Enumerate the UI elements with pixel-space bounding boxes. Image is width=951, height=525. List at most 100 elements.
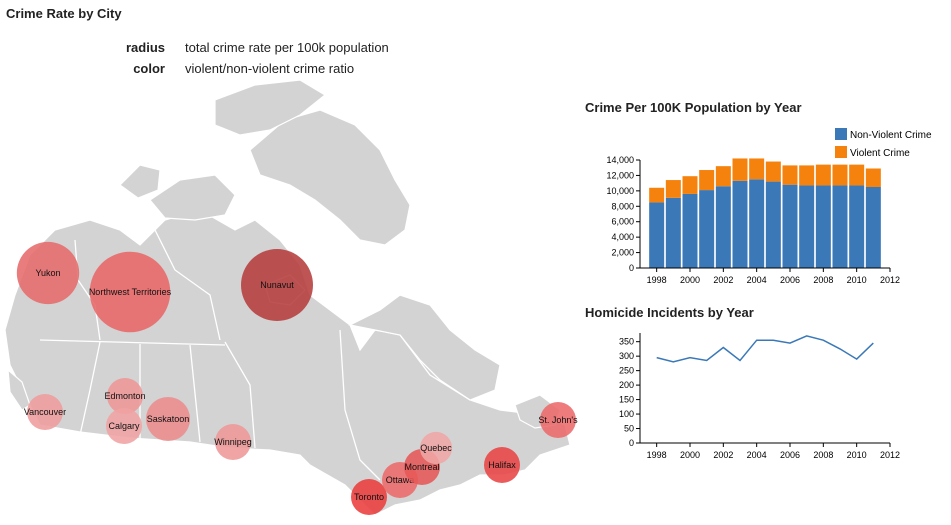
bar-non-violent-crime-1998 <box>649 202 665 268</box>
bar-y-tick-label: 8,000 <box>611 201 634 211</box>
line-y-tick-label: 250 <box>619 366 634 376</box>
bar-y-tick-label: 6,000 <box>611 217 634 227</box>
bar-non-violent-crime-2004 <box>749 179 765 268</box>
city-bubble-nunavut[interactable]: Nunavut <box>241 249 313 321</box>
bar-violent-crime-1998 <box>649 187 665 203</box>
bar-violent-crime-2007 <box>799 165 815 186</box>
bar-non-violent-crime-2005 <box>765 181 781 268</box>
bar-violent-crime-2003 <box>732 158 748 181</box>
bar-non-violent-crime-2002 <box>715 186 731 268</box>
line-x-tick-label: 1998 <box>647 450 667 460</box>
homicide-point-2011 <box>872 342 875 345</box>
line-y-tick-label: 100 <box>619 409 634 419</box>
homicide-point-2006 <box>789 342 792 345</box>
line-x-tick-label: 2004 <box>747 450 767 460</box>
homicide-point-1998 <box>655 356 658 359</box>
bar-non-violent-crime-2003 <box>732 180 748 268</box>
bar-y-tick-label: 4,000 <box>611 232 634 242</box>
bar-violent-crime-2002 <box>715 166 731 187</box>
bar-violent-crime-2010 <box>849 164 865 186</box>
city-label-northwest-territories: Northwest Territories <box>89 287 172 297</box>
bar-non-violent-crime-1999 <box>665 197 681 268</box>
bar-violent-crime-2008 <box>815 164 831 186</box>
bar-violent-crime-2005 <box>765 161 781 182</box>
bar-violent-crime-1999 <box>665 180 681 198</box>
bar-x-tick-label: 2010 <box>847 275 867 285</box>
legend-color-description: violent/non-violent crime ratio <box>185 61 355 76</box>
bar-x-tick-label: 1998 <box>647 275 667 285</box>
bar-legend-label: Violent Crime <box>850 148 910 159</box>
bar-y-tick-label: 2,000 <box>611 248 634 258</box>
line-x-tick-label: 2000 <box>680 450 700 460</box>
city-bubble-calgary[interactable]: Calgary <box>106 408 142 444</box>
city-bubble-halifax[interactable]: Halifax <box>484 447 520 483</box>
city-bubble-saskatoon[interactable]: Saskatoon <box>145 396 191 442</box>
homicide-point-2007 <box>805 334 808 337</box>
bar-x-tick-label: 2012 <box>880 275 900 285</box>
bar-violent-crime-2001 <box>699 170 715 191</box>
legend-radius-description: total crime rate per 100k population <box>185 40 389 55</box>
legend-radius-key: radius <box>125 40 165 55</box>
homicide-point-2008 <box>822 339 825 342</box>
bar-non-violent-crime-2009 <box>832 185 848 268</box>
city-bubble-yukon[interactable]: Yukon <box>16 241 80 305</box>
city-bubble-quebec[interactable]: Quebec <box>419 431 452 465</box>
bar-non-violent-crime-2010 <box>849 185 865 268</box>
homicide-point-2000 <box>689 356 692 359</box>
bar-violent-crime-2000 <box>682 176 698 194</box>
line-y-tick-label: 0 <box>629 438 634 448</box>
legend-radius-row: radius total crime rate per 100k populat… <box>0 40 420 58</box>
bar-x-tick-label: 2006 <box>780 275 800 285</box>
line-y-tick-label: 350 <box>619 337 634 347</box>
bar-legend-item-violent-crime: Violent Crime <box>835 146 910 159</box>
baffin-island-shape <box>249 109 411 246</box>
bar-violent-crime-2004 <box>749 158 765 180</box>
bar-non-violent-crime-2001 <box>699 190 715 268</box>
city-label-vancouver: Vancouver <box>24 407 66 417</box>
homicide-point-2002 <box>722 346 725 349</box>
city-label-saskatoon: Saskatoon <box>147 414 190 424</box>
line-x-tick-label: 2008 <box>813 450 833 460</box>
bar-y-tick-label: 14,000 <box>606 155 634 165</box>
city-bubble-toronto[interactable]: Toronto <box>351 479 387 515</box>
homicide-point-2003 <box>739 359 742 362</box>
line-x-tick-label: 2012 <box>880 450 900 460</box>
bar-legend-swatch <box>835 128 847 140</box>
crime-per-100k-bar-chart: 0 2,000 4,000 6,000 8,000 10,000 12,000 14,000 1… <box>606 128 932 285</box>
bar-x-tick-label: 2002 <box>713 275 733 285</box>
bar-y-tick-label: 12,000 <box>606 170 634 180</box>
bar-violent-crime-2009 <box>832 164 848 186</box>
city-label-edmonton: Edmonton <box>104 391 145 401</box>
bar-non-violent-crime-2006 <box>782 184 798 268</box>
bar-non-violent-crime-2008 <box>815 185 831 268</box>
homicide-point-2010 <box>855 358 858 361</box>
canada-crime-map: Yukon Northwest Territories Nunavut Vancouv… <box>4 80 578 516</box>
city-label-winnipeg: Winnipeg <box>214 437 252 447</box>
homicide-point-1999 <box>672 360 675 363</box>
homicide-point-2005 <box>772 339 775 342</box>
bar-legend-label: Non-Violent Crime <box>850 130 932 141</box>
city-label-halifax: Halifax <box>488 460 516 470</box>
line-y-tick-label: 300 <box>619 351 634 361</box>
legend-color-row: color violent/non-violent crime ratio <box>0 61 420 79</box>
bar-y-tick-label: 10,000 <box>606 186 634 196</box>
bar-chart-title: Crime Per 100K Population by Year <box>585 100 802 115</box>
legend-color-key: color <box>133 61 165 76</box>
line-y-tick-label: 50 <box>624 424 634 434</box>
city-label-st-john-s: St. John's <box>538 415 578 425</box>
page-title: Crime Rate by City <box>6 6 122 21</box>
bar-violent-crime-2006 <box>782 165 798 185</box>
bar-legend-swatch <box>835 146 847 158</box>
line-y-tick-label: 150 <box>619 395 634 405</box>
city-label-yukon: Yukon <box>35 268 60 278</box>
bar-legend-item-non-violent-crime: Non-Violent Crime <box>835 128 932 141</box>
bar-non-violent-crime-2011 <box>865 187 881 268</box>
line-chart-title: Homicide Incidents by Year <box>585 305 754 320</box>
bar-x-tick-label: 2000 <box>680 275 700 285</box>
homicide-point-2001 <box>705 359 708 362</box>
banks-island-shape <box>119 164 161 199</box>
bar-x-tick-label: 2004 <box>747 275 767 285</box>
bar-non-violent-crime-2007 <box>799 185 815 268</box>
city-label-toronto: Toronto <box>354 492 384 502</box>
city-label-nunavut: Nunavut <box>260 280 294 290</box>
